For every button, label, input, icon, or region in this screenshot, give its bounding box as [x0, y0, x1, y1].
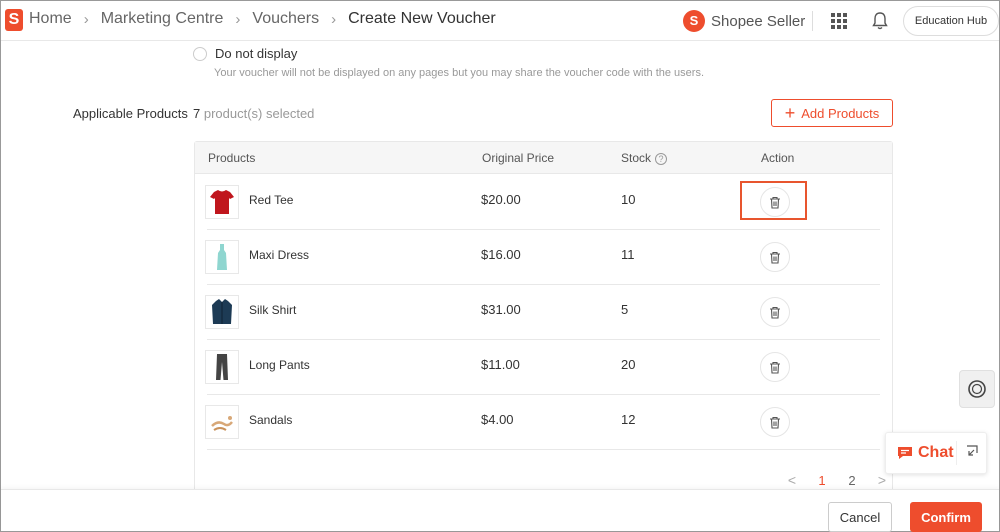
product-price: $11.00: [481, 357, 520, 372]
breadcrumb-current: Create New Voucher: [348, 10, 496, 27]
product-name: Red Tee: [249, 193, 294, 207]
do-not-display-hint: Your voucher will not be displayed on an…: [214, 67, 704, 79]
product-thumbnail-sandals: [205, 405, 239, 439]
product-name: Long Pants: [249, 358, 310, 372]
prev-page-button[interactable]: <: [777, 472, 807, 488]
product-price: $4.00: [481, 412, 514, 427]
delete-product-button[interactable]: [760, 297, 790, 327]
chat-bubble-icon: [898, 447, 912, 459]
product-thumbnail-red-tee: [205, 185, 239, 219]
table-row: Long Pants $11.00 20: [205, 340, 880, 395]
do-not-display-option[interactable]: Do not display: [193, 46, 297, 61]
col-stock: Stock?: [621, 151, 668, 165]
product-price: $16.00: [481, 247, 521, 262]
pagination: < 1 2 >: [777, 472, 897, 488]
chat-label: Chat: [918, 444, 954, 461]
product-stock: 5: [621, 302, 629, 317]
breadcrumb-vouchers[interactable]: Vouchers: [252, 10, 319, 28]
breadcrumb-marketing-centre[interactable]: Marketing Centre: [101, 10, 224, 28]
product-stock: 12: [621, 412, 636, 427]
trash-icon: [770, 416, 780, 429]
chevron-right-icon: ›: [331, 10, 337, 28]
chat-widget[interactable]: Chat: [885, 432, 987, 474]
product-count-number: 7: [193, 106, 201, 121]
trash-icon: [770, 306, 780, 319]
cancel-button[interactable]: Cancel: [828, 502, 892, 532]
chevron-right-icon: ›: [235, 10, 241, 28]
plus-icon: +: [784, 103, 796, 123]
help-icon[interactable]: ?: [655, 152, 668, 165]
product-stock: 20: [621, 357, 636, 372]
table-row: Sandals $4.00 12: [205, 395, 880, 450]
table-row: Silk Shirt $31.00 5: [205, 285, 880, 340]
table-row: Maxi Dress $16.00 11: [205, 230, 880, 285]
trash-icon: [770, 251, 780, 264]
product-name: Maxi Dress: [249, 248, 310, 262]
do-not-display-radio[interactable]: [193, 46, 207, 61]
top-header: S Home › Marketing Centre › Vouchers › C…: [1, 1, 999, 41]
table-header: Products Original Price Stock? Action: [195, 142, 892, 174]
product-thumbnail-long-pants: [205, 350, 239, 384]
applicable-products-label: Applicable Products: [73, 106, 188, 121]
breadcrumb-home[interactable]: Home: [29, 10, 72, 28]
minimize-chat-icon[interactable]: [965, 444, 979, 458]
delete-product-button[interactable]: [760, 352, 790, 382]
highlight-annotation-box: [740, 181, 807, 220]
do-not-display-label: Do not display: [215, 46, 298, 61]
footer-action-bar: Cancel Confirm: [1, 489, 999, 532]
col-products: Products: [208, 151, 256, 165]
page-1-button[interactable]: 1: [807, 473, 837, 488]
col-stock-label: Stock: [621, 151, 652, 165]
add-products-label: Add Products: [801, 105, 880, 121]
product-name: Sandals: [249, 413, 293, 427]
col-action: Action: [761, 151, 795, 165]
confirm-button[interactable]: Confirm: [910, 502, 982, 532]
bell-icon[interactable]: [871, 11, 889, 31]
shopee-seller-brand[interactable]: S Shopee Seller: [683, 10, 805, 32]
next-page-button[interactable]: >: [867, 472, 897, 488]
product-price: $20.00: [481, 192, 521, 207]
delete-product-button[interactable]: [760, 242, 790, 272]
product-thumbnail-silk-shirt: [205, 295, 239, 329]
apps-grid-icon[interactable]: [831, 13, 847, 29]
trash-icon: [770, 361, 780, 374]
product-thumbnail-maxi-dress: [205, 240, 239, 274]
breadcrumb: Home › Marketing Centre › Vouchers › Cre…: [29, 10, 496, 28]
chat-divider: [956, 441, 957, 465]
support-headset-button[interactable]: [959, 370, 995, 408]
shopee-logo[interactable]: S: [5, 9, 23, 31]
page-2-button[interactable]: 2: [837, 473, 867, 488]
header-divider: [812, 11, 813, 31]
product-price: $31.00: [481, 302, 521, 317]
selected-product-count: 7 product(s) selected: [193, 106, 314, 121]
product-stock: 11: [621, 247, 635, 262]
shopping-bag-icon: S: [683, 10, 705, 32]
col-original-price: Original Price: [482, 151, 555, 165]
education-hub-button[interactable]: Education Hub: [903, 6, 999, 36]
product-stock: 10: [621, 192, 636, 207]
product-count-suffix: product(s) selected: [203, 106, 315, 121]
brand-name: Shopee Seller: [711, 12, 806, 30]
delete-product-button[interactable]: [760, 407, 790, 437]
product-name: Silk Shirt: [249, 303, 297, 317]
add-products-button[interactable]: + Add Products: [771, 99, 893, 127]
chevron-right-icon: ›: [83, 10, 89, 28]
headset-icon: [968, 380, 986, 398]
